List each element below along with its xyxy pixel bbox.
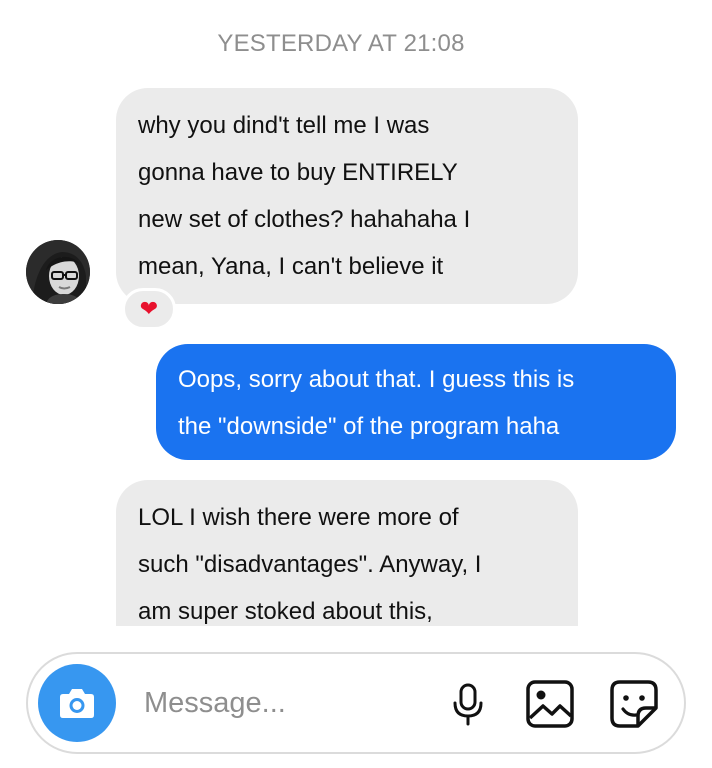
- microphone-icon: [453, 683, 483, 726]
- thread-timestamp: YESTERDAY AT 21:08: [217, 30, 465, 57]
- image-gallery-icon: [526, 680, 574, 728]
- message-thread[interactable]: YESTERDAY AT 21:08 why you dind't tell m…: [0, 0, 712, 626]
- camera-icon: [60, 689, 94, 718]
- message-composer: [26, 652, 686, 754]
- sender-avatar[interactable]: [26, 240, 90, 304]
- message-input[interactable]: [138, 678, 430, 728]
- sticker-button[interactable]: [606, 676, 662, 732]
- camera-button[interactable]: [38, 664, 116, 742]
- heart-reaction-badge[interactable]: ❤: [122, 288, 176, 330]
- heart-icon: ❤: [139, 296, 159, 322]
- dm-screen: YESTERDAY AT 21:08 why you dind't tell m…: [0, 0, 712, 768]
- outgoing-message-bubble[interactable]: Oops, sorry about that. I guess this is …: [156, 344, 676, 460]
- microphone-button[interactable]: [440, 676, 496, 732]
- avatar-photo: [26, 240, 90, 304]
- incoming-message-bubble[interactable]: LOL I wish there were more of such "disa…: [116, 480, 578, 626]
- sticker-icon: [610, 680, 658, 728]
- incoming-message-bubble[interactable]: why you dind't tell me I was gonna have …: [116, 88, 578, 304]
- gallery-button[interactable]: [522, 676, 578, 732]
